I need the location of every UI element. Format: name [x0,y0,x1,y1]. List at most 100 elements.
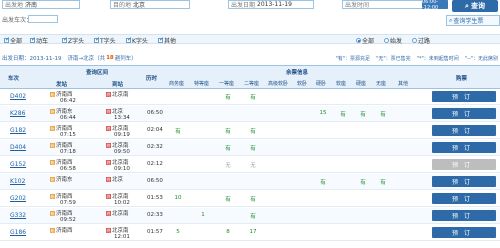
col-from: 发站 [56,82,68,88]
filter-other[interactable]: 其他 [158,36,176,45]
duration: 02:12 [147,161,163,167]
radio[interactable] [412,37,417,43]
date-field[interactable]: 出发日期 2013-11-19 [228,0,314,9]
train-number-link[interactable]: G152 [10,161,26,168]
train-number-link[interactable]: D402 [10,93,26,100]
end-station-icon: 终 [106,109,111,114]
student-query-button[interactable]: ⌕ 查询学生票 [446,15,500,26]
train-number-row: 出发车次： [2,15,58,24]
checkbox[interactable] [30,36,36,43]
checkbox[interactable] [62,36,68,43]
seat-availability: 有 [250,95,256,101]
train-number-link[interactable]: G332 [10,212,26,219]
train-number-input[interactable] [28,15,58,23]
start-station-icon: 始 [50,109,55,114]
col-train: 车次 [8,76,20,82]
book-button[interactable]: 预订 [432,142,496,153]
end-station-icon: 终 [106,177,111,182]
time-label: 出发时间 [345,2,370,9]
table-header: 车次 查询区间 发站 到站 历时 余票信息 商务座 特等座 一等座 二等座 高级… [0,65,500,89]
train-number-link[interactable]: K102 [10,178,25,185]
seat-availability: 有 [250,146,256,152]
to-value: 北京 [133,2,146,9]
seat-availability: 8 [226,229,230,235]
start-station-icon: 始 [50,194,55,199]
checkbox[interactable] [94,36,100,43]
table-row: G182 始济南西 07:15 终北京南 09:19 02:04 有 有 有 预订 [0,123,500,139]
train-table: D402 始济南西 06:42 终北京南有有预订 K286 始济南东 06:44 终北京 13:… [0,89,500,248]
seat-availability: 有 [380,180,386,186]
radio[interactable] [384,37,389,43]
train-number-link[interactable]: K286 [10,110,25,117]
from-station: 始济南东 [50,175,73,183]
seat-availability: 有 [225,129,231,135]
book-button[interactable]: 预订 [432,176,496,187]
col-seat: 无座 [376,81,387,87]
end-station-icon: 终 [106,228,111,233]
start-station-icon: 始 [50,177,55,182]
arrive-time: 09:19 [114,132,130,138]
filter-k[interactable]: K字头 [126,36,148,45]
book-button[interactable]: 预订 [432,91,496,102]
seat-availability: 5 [176,229,180,235]
filter-d[interactable]: 动车 [30,36,48,45]
col-seat-group: 余票信息 [286,70,309,76]
seat-availability: 有 [340,112,346,118]
duration: 06:50 [147,178,163,184]
depart-time: 07:18 [60,149,76,155]
checkbox[interactable] [4,36,10,43]
book-button[interactable]: 预订 [432,159,496,170]
table-row: G202 始济南西 07:59 终北京南 10:02 01:53 10 有 有 预订 [0,191,500,207]
seat-availability: 有 [225,95,231,101]
col-seat: 高级软卧 [268,81,289,87]
seat-availability: 有 [380,112,386,118]
station-all[interactable]: 全部 [356,37,374,45]
summary-date: 出发日期：2013-11-19 [2,56,62,62]
filter-t[interactable]: T字头 [94,36,116,45]
duration: 02:33 [147,212,163,218]
search-panel: 出发地 济南 目的地 北京 出发日期 2013-11-19 出发时间 06:00… [0,0,500,60]
col-seat: 其他 [398,81,409,87]
filter-bar: 全部 动车 Z字头 T字头 K字头 其他 全部 始发 过路 [0,34,500,45]
date-value: 2013-11-19 [257,1,292,8]
to-station: 终北京 [106,107,123,115]
col-seat: 一等座 [219,81,235,87]
radio[interactable] [356,37,361,43]
seat-availability: 有 [360,180,366,186]
checkbox[interactable] [126,36,132,43]
end-station-icon: 终 [106,126,111,131]
seat-availability: 有 [250,197,256,203]
book-button[interactable]: 预订 [432,210,496,221]
book-button[interactable]: 预订 [432,125,496,136]
query-button[interactable]: ⌕ 查询 [452,0,498,12]
query-button-label: 查询 [470,2,485,10]
legend-item: "--"：无此席别 [464,56,498,62]
book-button[interactable]: 预订 [432,108,496,119]
station-pass[interactable]: 过路 [412,37,430,45]
filter-label: Z字头 [68,37,85,45]
from-value: 济南 [25,2,38,9]
to-field[interactable]: 目的地 北京 [110,0,190,9]
search-icon: ⌕ [449,16,453,24]
train-number-link[interactable]: G202 [10,195,26,202]
from-station: 始济南东 [50,107,73,115]
filter-all[interactable]: 全部 [4,36,22,45]
checkbox[interactable] [158,36,164,43]
to-label: 目的地 [113,2,132,9]
train-number-link[interactable]: D404 [10,144,26,151]
train-number-link[interactable]: G186 [10,229,26,236]
from-station-name: 济南东 [56,177,73,183]
search-row: 出发地 济南 目的地 北京 出发日期 2013-11-19 出发时间 06:00… [0,0,500,12]
depart-time: 07:59 [60,200,76,206]
legend: "有"：票源充足 "无"：票已售完 "*"：未到起售时间 "--"：无此席别 [335,55,498,62]
from-station: 始济南西 [50,226,73,234]
filter-z[interactable]: Z字头 [62,36,85,45]
seat-availability: 无 [225,163,231,169]
book-button[interactable]: 预订 [432,193,496,204]
book-button[interactable]: 预订 [432,227,496,238]
station-start[interactable]: 始发 [384,37,402,45]
filter-label: K字头 [132,37,148,45]
from-field[interactable]: 出发地 济南 [2,0,80,9]
time-select[interactable]: 06:00--12:00 [422,0,448,11]
train-number-link[interactable]: G182 [10,127,26,134]
